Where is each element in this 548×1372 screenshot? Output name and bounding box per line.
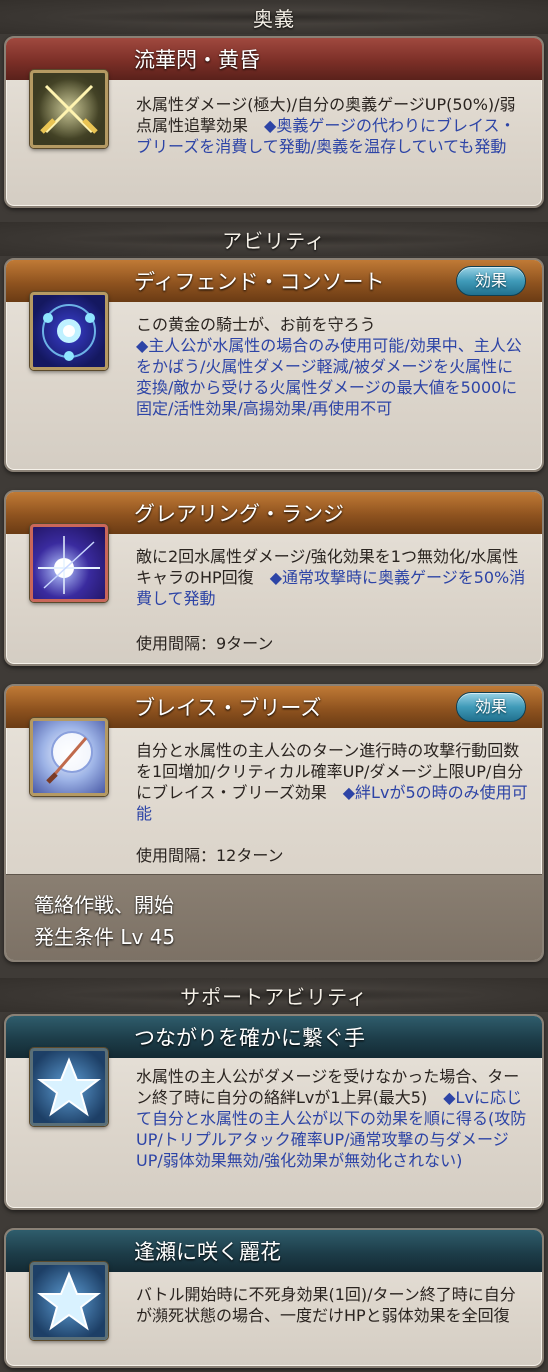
ability-name: ディフェンド・コンソート	[134, 270, 385, 294]
cooldown-text: 使用間隔：9ターン	[136, 634, 274, 653]
desc-plain: この黄金の騎士が、お前を守ろう	[136, 315, 376, 334]
section-title: アビリティ	[222, 228, 326, 253]
star-icon	[30, 1262, 108, 1340]
support-description: バトル開始時に不死身効果(1回)/ターン終了時に自分が瀕死状態の場合、一度だけH…	[136, 1284, 528, 1326]
ability-description: この黄金の騎士が、お前を守ろう ◆主人公が水属性の場合のみ使用可能/効果中、主人…	[136, 314, 528, 419]
support-description: 水属性の主人公がダメージを受けなかった場合、ターン終了時に自分の絡絆Lvが1上昇…	[136, 1066, 528, 1171]
effect-button[interactable]: 効果	[456, 266, 526, 296]
support-card-2[interactable]: 逢瀬に咲く麗花 バトル開始時に不死身効果(1回)/ターン終了時に自分が瀕死状態の…	[4, 1228, 544, 1368]
section-header-ougi: 奥義	[0, 0, 548, 34]
ability-description: 敵に2回水属性ダメージ/強化効果を1つ無効化/水属性キャラのHP回復 ◆通常攻撃…	[136, 546, 528, 609]
light-burst-icon	[30, 524, 108, 602]
ability-card-brace-breeze[interactable]: ブレイス・ブリーズ 効果 自分と水属性の主人公のターン進行時の攻撃行動回数を1回…	[4, 684, 544, 962]
ability-card-defend-consort[interactable]: ディフェンド・コンソート 効果 この黄金の騎士が、お前を守ろう ◆主人公が水属性…	[4, 258, 544, 472]
section-title: 奥義	[253, 6, 295, 31]
star-icon	[30, 1048, 108, 1126]
desc-plain: バトル開始時に不死身効果(1回)/ターン終了時に自分が瀕死状態の場合、一度だけH…	[136, 1285, 516, 1325]
cooldown-text: 使用間隔：12ターン	[136, 846, 284, 865]
ability-name: ブレイス・ブリーズ	[134, 696, 322, 720]
ougi-card[interactable]: 流華閃・黄昏 水属性ダメージ(極大)/自分の奥義ゲージUP(50%)/弱点属性追…	[4, 36, 544, 208]
section-title: サポートアビリティ	[180, 984, 368, 1009]
ougi-name: 流華閃・黄昏	[134, 48, 260, 72]
support-name: つながりを確かに繋ぐ手	[134, 1026, 365, 1050]
rapier-orb-icon	[30, 718, 108, 796]
ability-name: グレアリング・ランジ	[134, 502, 344, 526]
desc-note: ◆主人公が水属性の場合のみ使用可能/効果中、主人公をかばう/火属性ダメージ軽減/…	[136, 336, 522, 418]
effect-button[interactable]: 効果	[456, 692, 526, 722]
unlock-condition: 発生条件 Lv 45	[34, 925, 176, 949]
support-name: 逢瀬に咲く麗花	[134, 1240, 281, 1264]
crossed-swords-icon	[30, 70, 108, 148]
section-header-support: サポートアビリティ	[0, 978, 548, 1012]
unlock-panel: 篭絡作戦、開始 発生条件 Lv 45	[6, 874, 542, 960]
ability-card-glaring-lunge[interactable]: グレアリング・ランジ 敵に2回水属性ダメージ/強化効果を1つ無効化/水属性キャラ…	[4, 490, 544, 666]
blue-shield-orb-icon	[30, 292, 108, 370]
ougi-description: 水属性ダメージ(極大)/自分の奥義ゲージUP(50%)/弱点属性追撃効果 ◆奥義…	[136, 94, 528, 157]
unlock-title: 篭絡作戦、開始	[34, 893, 174, 917]
section-header-abilities: アビリティ	[0, 222, 548, 256]
support-card-1[interactable]: つながりを確かに繋ぐ手 水属性の主人公がダメージを受けなかった場合、ターン終了時…	[4, 1014, 544, 1210]
ability-description: 自分と水属性の主人公のターン進行時の攻撃行動回数を1回増加/クリティカル確率UP…	[136, 740, 528, 824]
